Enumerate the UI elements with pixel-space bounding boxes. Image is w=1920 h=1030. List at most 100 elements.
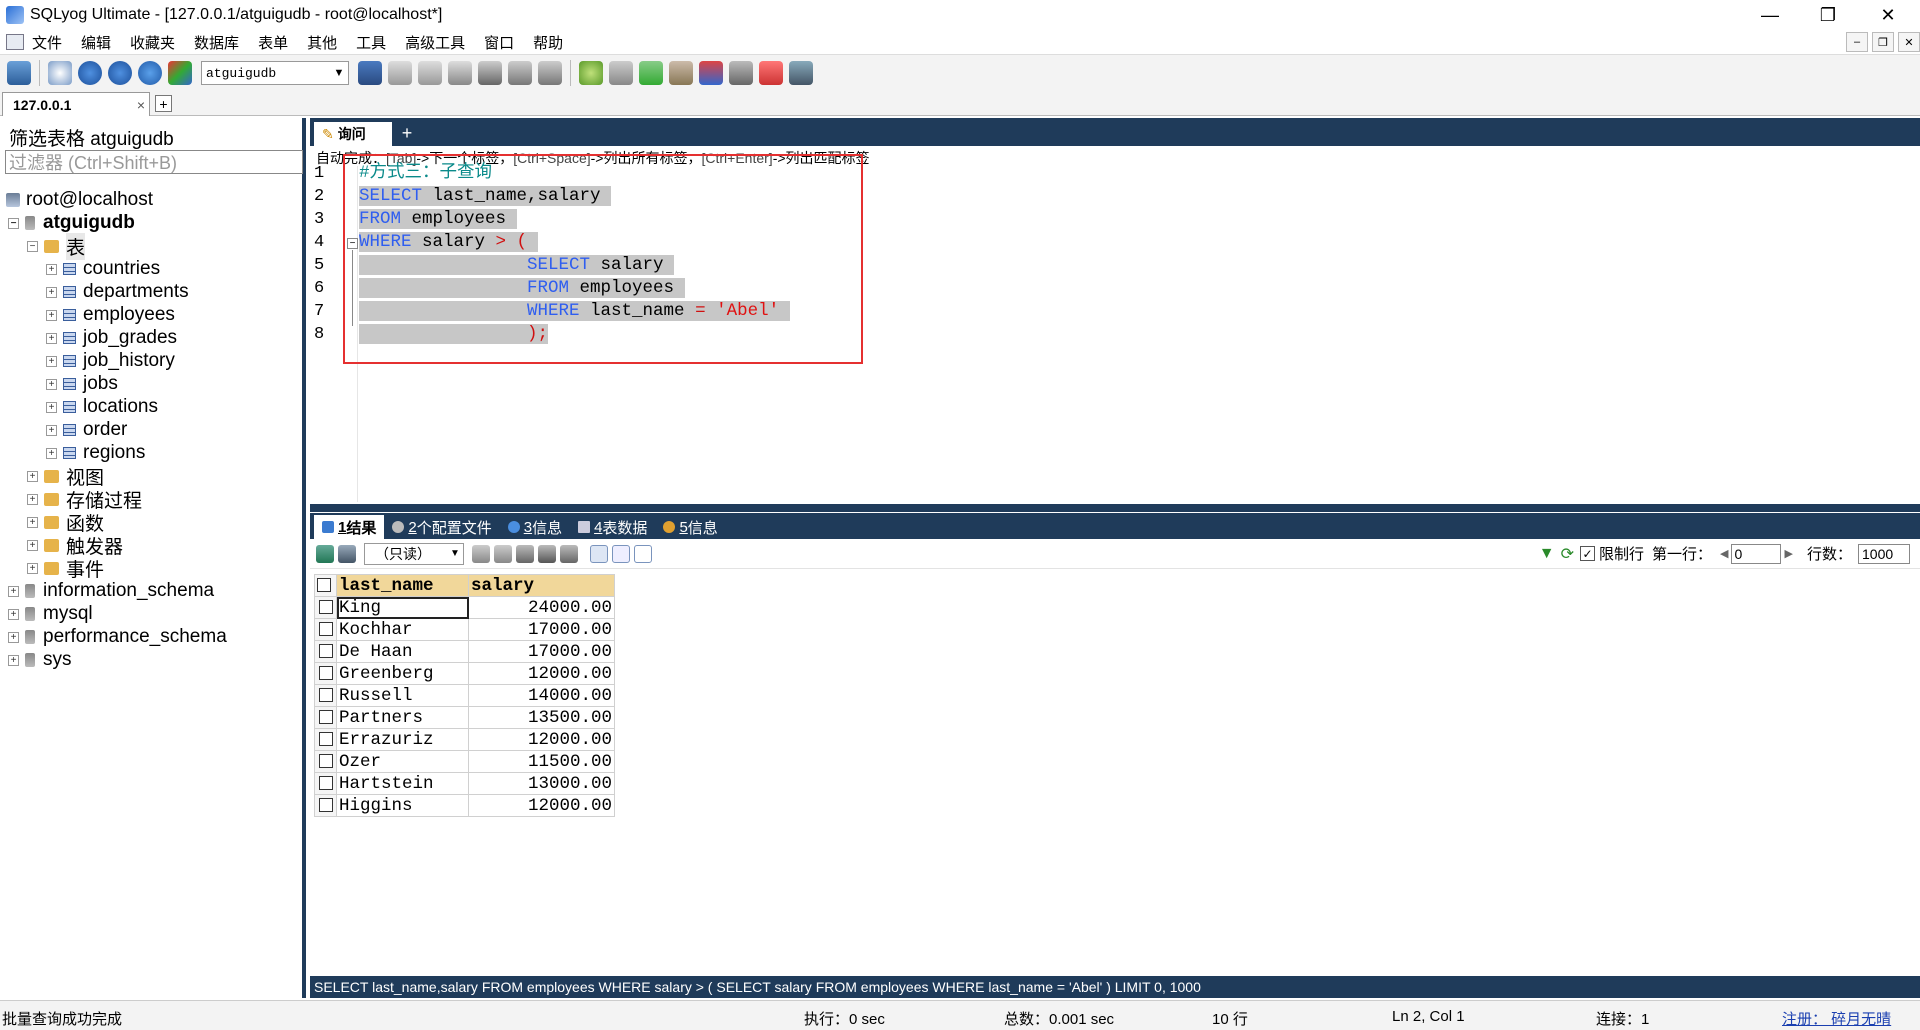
migrate-icon[interactable] (639, 61, 663, 85)
menu-database[interactable]: 数据库 (194, 32, 239, 53)
column-header-salary[interactable]: salary (468, 574, 615, 597)
export-icon[interactable] (316, 544, 334, 563)
copy-icon[interactable] (472, 544, 490, 563)
table-row[interactable]: Hartstein 13000.00 (314, 772, 615, 795)
save-icon[interactable] (516, 544, 534, 563)
collapse-icon[interactable]: − (27, 240, 38, 252)
database-select[interactable]: atguigudb ▼ (201, 61, 349, 85)
menu-tools[interactable]: 工具 (356, 32, 386, 53)
row-checkbox[interactable] (314, 596, 337, 619)
mdi-minimize-button[interactable]: – (1846, 32, 1868, 52)
schema-designer-icon[interactable] (789, 61, 813, 85)
row-checkbox[interactable] (314, 640, 337, 663)
document-icon[interactable] (6, 34, 24, 50)
row-checkbox[interactable] (314, 684, 337, 707)
tab-profile[interactable]: 2 个配置文件 (384, 515, 499, 539)
profiler-icon[interactable] (759, 61, 783, 85)
filter-icon[interactable]: ▼ (1539, 545, 1555, 563)
register-link[interactable]: 注册： 碎月无晴 (1782, 1008, 1891, 1029)
text-view-icon[interactable] (634, 544, 652, 563)
refresh-icon[interactable]: ⟳ (1561, 544, 1574, 564)
table-row[interactable]: Errazuriz 12000.00 (314, 728, 615, 751)
table-row[interactable]: Greenberg 12000.00 (314, 662, 615, 685)
table-row[interactable]: De Haan 17000.00 (314, 640, 615, 663)
limit-checkbox[interactable]: ✓ (1580, 546, 1596, 561)
filter-input[interactable]: 过滤器 (Ctrl+Shift+B) (5, 150, 303, 174)
first-row-input[interactable]: 0 (1730, 543, 1781, 564)
row-checkbox[interactable] (314, 794, 337, 817)
notify-icon[interactable] (699, 61, 723, 85)
query-tab[interactable]: ✎ 询问 (314, 122, 392, 146)
expand-icon[interactable]: + (27, 562, 38, 574)
expand-icon[interactable]: + (46, 401, 57, 413)
duplicate-icon[interactable] (494, 544, 512, 563)
expand-icon[interactable]: + (8, 654, 19, 666)
row-checkbox[interactable] (314, 618, 337, 641)
restore-icon[interactable] (418, 61, 442, 85)
row-checkbox[interactable] (314, 728, 337, 751)
tree-database[interactable]: + sys (8, 646, 72, 674)
column-header-last-name[interactable]: last_name (336, 574, 469, 597)
monitor-icon[interactable] (729, 61, 753, 85)
tab-info[interactable]: 3 信息 (500, 515, 570, 539)
user-icon[interactable] (358, 61, 382, 85)
connect-icon[interactable] (48, 61, 72, 85)
expand-icon[interactable]: + (27, 493, 38, 505)
grid-icon[interactable] (538, 61, 562, 85)
backup-icon[interactable] (388, 61, 412, 85)
row-checkbox[interactable] (314, 750, 337, 773)
table-row[interactable]: Russell 14000.00 (314, 684, 615, 707)
import-icon[interactable] (338, 544, 356, 563)
expand-icon[interactable]: + (46, 378, 57, 390)
expand-icon[interactable]: + (46, 332, 57, 344)
row-checkbox[interactable] (314, 662, 337, 685)
close-icon[interactable]: × (137, 97, 145, 113)
scheduler-icon[interactable] (669, 61, 693, 85)
sync-icon[interactable] (579, 61, 603, 85)
tab-result[interactable]: 1 结果 (314, 515, 385, 539)
table-row[interactable]: Ozer 11500.00 (314, 750, 615, 773)
select-all-checkbox[interactable] (314, 574, 337, 597)
menu-other[interactable]: 其他 (307, 32, 337, 53)
cancel-icon[interactable] (560, 544, 578, 563)
connection-tab[interactable]: 127.0.0.1 × (2, 92, 150, 116)
expand-icon[interactable]: + (46, 286, 57, 298)
row-checkbox[interactable] (314, 772, 337, 795)
expand-icon[interactable]: + (8, 585, 19, 597)
pane-splitter[interactable] (310, 504, 1920, 512)
mdi-restore-button[interactable]: ❐ (1872, 32, 1894, 52)
prev-icon[interactable]: ◀ (1720, 547, 1728, 560)
refresh-icon[interactable] (138, 61, 162, 85)
table-row[interactable]: Higgins 12000.00 (314, 794, 615, 817)
menu-file[interactable]: 文件 (32, 32, 62, 53)
expand-icon[interactable]: + (46, 309, 57, 321)
expand-icon[interactable]: + (46, 355, 57, 367)
menu-table[interactable]: 表单 (258, 32, 288, 53)
execute-all-icon[interactable] (108, 61, 132, 85)
restore-button[interactable]: ❐ (1800, 0, 1856, 30)
menu-advanced-tools[interactable]: 高级工具 (405, 32, 465, 53)
menu-window[interactable]: 窗口 (484, 32, 514, 53)
expand-icon[interactable]: + (8, 631, 19, 643)
new-connection-icon[interactable] (7, 61, 31, 85)
grid-view-icon[interactable] (590, 544, 608, 563)
add-connection-button[interactable]: + (155, 95, 172, 112)
menu-favorites[interactable]: 收藏夹 (130, 32, 175, 53)
schema-icon[interactable] (478, 61, 502, 85)
form-view-icon[interactable] (612, 544, 630, 563)
menu-edit[interactable]: 编辑 (81, 32, 111, 53)
expand-icon[interactable]: + (27, 470, 38, 482)
rows-input[interactable]: 1000 (1858, 543, 1910, 564)
close-button[interactable]: ✕ (1860, 0, 1916, 30)
readonly-select[interactable]: （只读） ▼ (364, 542, 464, 565)
stop-icon[interactable] (168, 61, 192, 85)
table-row[interactable]: Kochhar 17000.00 (314, 618, 615, 641)
delete-icon[interactable] (538, 544, 556, 563)
expand-icon[interactable]: + (27, 539, 38, 551)
minimize-button[interactable]: — (1742, 0, 1798, 30)
expand-icon[interactable]: + (27, 516, 38, 528)
table-icon[interactable] (508, 61, 532, 85)
collapse-icon[interactable]: − (8, 217, 19, 229)
next-icon[interactable]: ▶ (1785, 547, 1793, 560)
add-query-tab-button[interactable]: + (398, 123, 416, 143)
